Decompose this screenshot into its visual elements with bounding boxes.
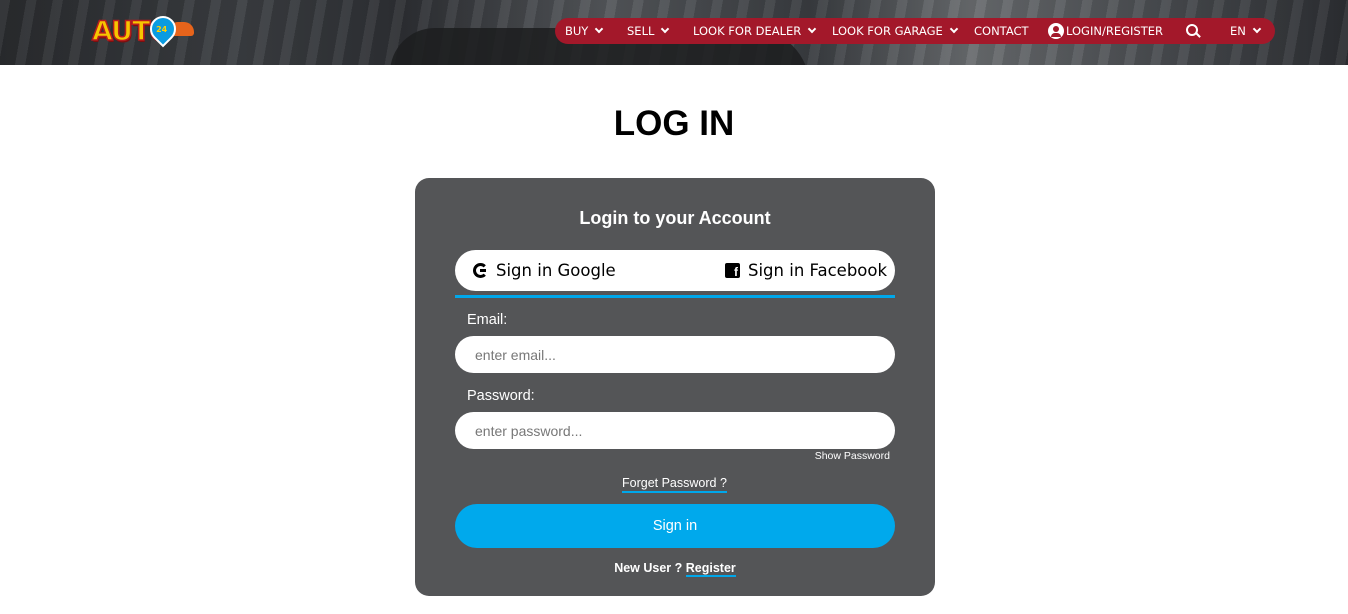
nav-label-look-for-dealer: LOOK FOR DEALER xyxy=(693,24,802,38)
nav-label-contact: CONTACT xyxy=(974,24,1029,38)
language-label: EN xyxy=(1230,24,1246,38)
language-select[interactable]: EN xyxy=(1230,18,1262,44)
nav-label-look-for-garage: LOOK FOR GARAGE xyxy=(832,24,943,38)
sign-in-button[interactable]: Sign in xyxy=(455,504,895,548)
chevron-down-icon xyxy=(1252,24,1262,34)
chevron-down-icon xyxy=(595,24,604,34)
facebook-signin-button[interactable]: f Sign in Facebook xyxy=(725,250,887,291)
page-title: LOG IN xyxy=(613,104,735,143)
nav-label-login-register: LOGIN/REGISTER xyxy=(1066,24,1163,38)
search-button[interactable] xyxy=(1186,18,1200,44)
nav-item-login-register[interactable]: LOGIN/REGISTER xyxy=(1048,18,1163,44)
user-icon xyxy=(1048,23,1064,39)
login-card-title: Login to your Account xyxy=(579,208,771,228)
nav-item-look-for-dealer[interactable]: LOOK FOR DEALER xyxy=(693,18,817,44)
nav-item-sell[interactable]: SELL xyxy=(627,18,670,44)
nav-item-look-for-garage[interactable]: LOOK FOR GARAGE xyxy=(832,18,959,44)
search-icon xyxy=(1186,24,1200,38)
password-field[interactable] xyxy=(455,412,895,449)
nav-item-buy[interactable]: BUY xyxy=(565,18,604,44)
nav-item-contact[interactable]: CONTACT xyxy=(974,18,1029,44)
new-user-text: New User ? xyxy=(614,561,683,575)
nav-label-sell: SELL xyxy=(627,24,655,38)
facebook-signin-label: Sign in Facebook xyxy=(748,261,888,280)
logo-badge: 24 xyxy=(156,25,168,35)
show-password-toggle[interactable]: Show Password xyxy=(815,450,890,462)
chevron-down-icon xyxy=(808,24,817,34)
divider-line xyxy=(455,295,895,298)
site-header: AUTO 24 BUY SELL LOOK FOR DEALER LOOK FO… xyxy=(0,0,1348,65)
site-logo[interactable]: AUTO 24 xyxy=(90,10,198,54)
google-signin-label: Sign in Google xyxy=(496,261,616,280)
email-label: Email: xyxy=(467,312,508,328)
google-icon xyxy=(473,263,488,278)
main-nav: BUY SELL LOOK FOR DEALER LOOK FOR GARAGE… xyxy=(555,18,1275,44)
nav-label-buy: BUY xyxy=(565,24,589,38)
register-link[interactable]: Register xyxy=(685,561,736,577)
login-card: Login to your Account Sign in Google f S… xyxy=(415,178,935,596)
facebook-icon: f xyxy=(725,263,740,278)
new-user-prompt: New User ? Register xyxy=(415,561,935,577)
chevron-down-icon xyxy=(949,24,959,34)
password-label: Password: xyxy=(467,388,535,404)
social-login-bar: Sign in Google f Sign in Facebook xyxy=(455,250,895,291)
email-field[interactable] xyxy=(455,336,895,373)
forget-password-link[interactable]: Forget Password ? xyxy=(622,476,727,493)
chevron-down-icon xyxy=(661,24,670,34)
google-signin-button[interactable]: Sign in Google xyxy=(473,250,616,291)
